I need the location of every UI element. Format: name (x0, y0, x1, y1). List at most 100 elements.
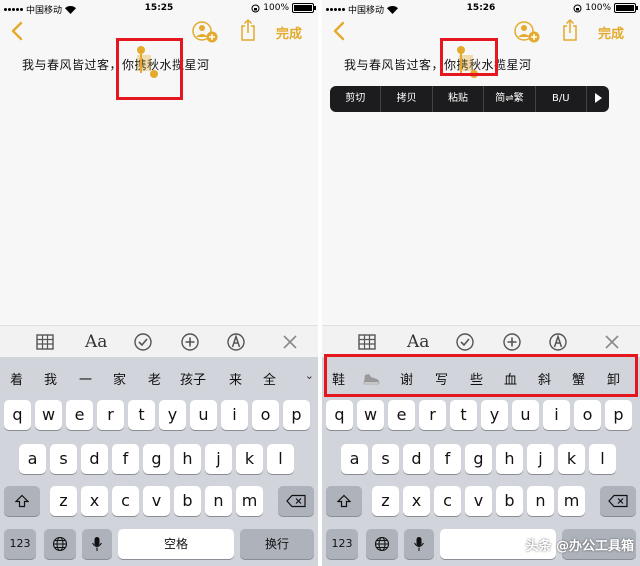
key-w[interactable]: w (35, 400, 62, 430)
done-button[interactable]: 完成 (276, 23, 302, 42)
key-f[interactable]: f (112, 444, 139, 474)
menu-more[interactable] (587, 86, 609, 112)
candidate-item[interactable]: 一 (79, 369, 92, 388)
key-q[interactable]: q (4, 400, 31, 430)
space-key[interactable]: 空格 (118, 529, 234, 559)
menu-cut[interactable]: 剪切 (330, 86, 382, 112)
key-x[interactable]: x (403, 486, 430, 516)
key-b[interactable]: b (174, 486, 201, 516)
key-c[interactable]: c (434, 486, 461, 516)
markup-pen-icon[interactable] (548, 332, 568, 352)
key-a[interactable]: a (19, 444, 46, 474)
shift-key[interactable] (326, 486, 362, 516)
key-v[interactable]: v (143, 486, 170, 516)
delete-key[interactable] (278, 486, 314, 516)
key-e[interactable]: e (66, 400, 93, 430)
key-i[interactable]: i (543, 400, 570, 430)
numbers-key[interactable]: 123 (326, 529, 358, 559)
close-icon[interactable] (602, 332, 622, 352)
back-chevron-icon[interactable] (8, 20, 28, 42)
candidate-item[interactable]: 全 (263, 369, 276, 388)
key-m[interactable]: m (236, 486, 263, 516)
key-o[interactable]: o (574, 400, 601, 430)
key-p[interactable]: p (283, 400, 310, 430)
menu-convert[interactable]: 简⇌繁 (484, 86, 536, 112)
key-n[interactable]: n (205, 486, 232, 516)
key-r[interactable]: r (419, 400, 446, 430)
table-icon[interactable] (35, 332, 55, 352)
key-s[interactable]: s (372, 444, 399, 474)
back-chevron-icon[interactable] (330, 20, 350, 42)
text-style-button[interactable]: Aa (407, 332, 429, 352)
key-a[interactable]: a (341, 444, 368, 474)
key-g[interactable]: g (465, 444, 492, 474)
key-x[interactable]: x (81, 486, 108, 516)
checklist-icon[interactable] (133, 332, 153, 352)
key-b[interactable]: b (496, 486, 523, 516)
key-t[interactable]: t (450, 400, 477, 430)
key-y[interactable]: y (159, 400, 186, 430)
key-h[interactable]: h (174, 444, 201, 474)
dictation-key[interactable] (404, 529, 434, 559)
share-icon[interactable] (240, 18, 256, 42)
menu-copy[interactable]: 拷贝 (381, 86, 433, 112)
return-key[interactable]: 换行 (240, 529, 314, 559)
add-person-icon[interactable] (514, 20, 540, 44)
key-c[interactable]: c (112, 486, 139, 516)
table-icon[interactable] (357, 332, 377, 352)
key-s[interactable]: s (50, 444, 77, 474)
globe-key[interactable] (44, 529, 76, 559)
key-l[interactable]: l (589, 444, 616, 474)
key-k[interactable]: k (236, 444, 263, 474)
markup-pen-icon[interactable] (226, 332, 246, 352)
add-person-icon[interactable] (192, 20, 218, 44)
key-q[interactable]: q (326, 400, 353, 430)
candidate-item[interactable]: 孩子 (180, 369, 206, 388)
numbers-key[interactable]: 123 (4, 529, 36, 559)
key-p[interactable]: p (605, 400, 632, 430)
text-style-button[interactable]: Aa (85, 332, 107, 352)
add-icon[interactable] (180, 332, 200, 352)
key-f[interactable]: f (434, 444, 461, 474)
key-d[interactable]: d (81, 444, 108, 474)
key-u[interactable]: u (190, 400, 217, 430)
add-icon[interactable] (502, 332, 522, 352)
note-text[interactable]: 我与春风皆过客，你携秋水揽星河 (344, 56, 532, 73)
key-z[interactable]: z (372, 486, 399, 516)
dictation-key[interactable] (82, 529, 112, 559)
key-u[interactable]: u (512, 400, 539, 430)
menu-paste[interactable]: 粘贴 (433, 86, 485, 112)
candidate-item[interactable]: 着 (10, 369, 23, 388)
shift-key[interactable] (4, 486, 40, 516)
checklist-icon[interactable] (455, 332, 475, 352)
key-w[interactable]: w (357, 400, 384, 430)
globe-key[interactable] (366, 529, 398, 559)
share-icon[interactable] (562, 18, 578, 42)
candidate-expand-icon[interactable]: ⌄ (305, 369, 314, 382)
key-n[interactable]: n (527, 486, 554, 516)
key-g[interactable]: g (143, 444, 170, 474)
delete-key[interactable] (600, 486, 636, 516)
key-e[interactable]: e (388, 400, 415, 430)
key-h[interactable]: h (496, 444, 523, 474)
candidate-item[interactable]: 家 (113, 369, 126, 388)
key-o[interactable]: o (252, 400, 279, 430)
done-button[interactable]: 完成 (598, 23, 624, 42)
candidate-item[interactable]: 来 (229, 369, 242, 388)
key-z[interactable]: z (50, 486, 77, 516)
candidate-item[interactable]: 我 (44, 369, 57, 388)
key-l[interactable]: l (267, 444, 294, 474)
key-y[interactable]: y (481, 400, 508, 430)
key-d[interactable]: d (403, 444, 430, 474)
candidate-item[interactable]: 老 (148, 369, 161, 388)
key-k[interactable]: k (558, 444, 585, 474)
key-r[interactable]: r (97, 400, 124, 430)
key-j[interactable]: j (527, 444, 554, 474)
key-t[interactable]: t (128, 400, 155, 430)
key-v[interactable]: v (465, 486, 492, 516)
menu-format[interactable]: B/U (536, 86, 588, 112)
close-icon[interactable] (280, 332, 300, 352)
key-i[interactable]: i (221, 400, 248, 430)
key-m[interactable]: m (558, 486, 585, 516)
key-j[interactable]: j (205, 444, 232, 474)
